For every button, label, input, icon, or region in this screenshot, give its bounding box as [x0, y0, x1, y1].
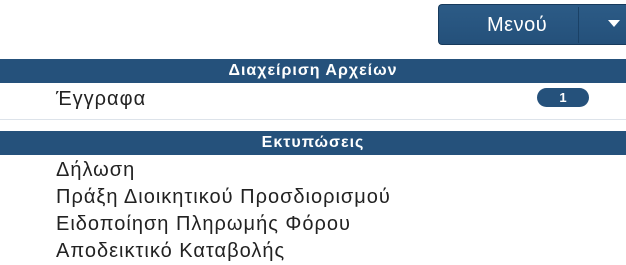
documents-row[interactable]: Έγγραφα 1 [0, 83, 626, 120]
print-item-payment-receipt[interactable]: Αποδεικτικό Καταβολής [56, 238, 391, 265]
menu-button[interactable]: Μενού [438, 4, 626, 45]
menu-divider [578, 7, 579, 43]
caret-down-icon[interactable] [608, 20, 620, 27]
page: Μενού Διαχείριση Αρχείων Έγγραφα 1 Εκτυπ… [0, 0, 626, 265]
documents-link[interactable]: Έγγραφα [56, 88, 146, 111]
print-item-administrative-determination[interactable]: Πράξη Διοικητικού Προσδιορισμού [56, 184, 391, 211]
file-management-header: Διαχείριση Αρχείων [0, 59, 626, 83]
documents-count-badge: 1 [537, 88, 589, 107]
print-item-tax-payment-notice[interactable]: Ειδοποίηση Πληρωμής Φόρου [56, 211, 391, 238]
prints-list: Δήλωση Πράξη Διοικητικού Προσδιορισμού Ε… [56, 157, 391, 265]
menu-label: Μενού [487, 14, 548, 36]
prints-header: Εκτυπώσεις [0, 131, 626, 155]
print-item-declaration[interactable]: Δήλωση [56, 157, 391, 184]
